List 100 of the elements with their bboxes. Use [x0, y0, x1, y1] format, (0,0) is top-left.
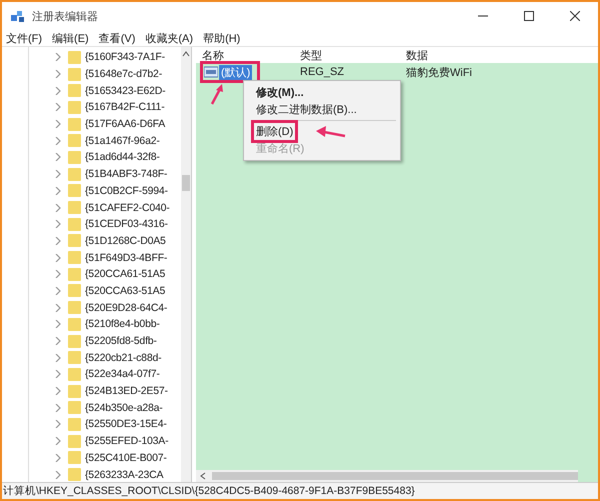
scrollbar-thumb[interactable] [212, 472, 578, 480]
folder-icon [68, 368, 81, 381]
chevron-icon[interactable] [55, 320, 61, 328]
chevron-icon[interactable] [55, 437, 61, 446]
chevron-icon[interactable] [55, 70, 61, 78]
status-bar: 计算机\HKEY_CLASSES_ROOT\CLSID\{528C4DC5-B409-4687-9F1A-B37F9BE55483} [2, 482, 598, 499]
value-name[interactable]: (默认) [219, 64, 252, 80]
chevron-icon[interactable] [55, 86, 61, 95]
chevron-icon[interactable] [55, 387, 61, 396]
tree-item[interactable]: {5160F343-7A1F- [85, 51, 165, 64]
folder-icon [68, 201, 81, 214]
tree-item[interactable]: {52550DE3-15E4- [85, 418, 167, 430]
tree-item[interactable]: {520CCA61-51A5 [85, 268, 166, 280]
chevron-icon[interactable] [55, 136, 61, 145]
folder-icon [68, 418, 81, 431]
value-type: REG_SZ [300, 66, 346, 78]
tree-item[interactable]: {51B4ABF3-748F- [85, 168, 168, 180]
tree-item[interactable]: {51CEDF03-4316- [85, 218, 168, 230]
tree-item[interactable]: {5263233A-23CA [85, 468, 164, 481]
chevron-icon[interactable] [55, 186, 61, 195]
chevron-icon[interactable] [55, 236, 61, 245]
menu-item[interactable]: 查看(V) [98, 30, 136, 46]
chevron-icon[interactable] [55, 286, 61, 295]
folder-icon [68, 184, 81, 198]
chevron-icon[interactable] [55, 354, 61, 362]
chevron-icon[interactable] [55, 420, 61, 428]
tree-item[interactable]: {520CCA63-51A5 [85, 284, 166, 297]
folder-icon [68, 150, 81, 164]
window-title: 注册表编辑器 [32, 10, 98, 24]
folder-icon [68, 468, 81, 482]
folder-icon [68, 301, 81, 314]
tree-item[interactable]: {51a1467f-96a2- [85, 134, 160, 147]
column-header[interactable]: 类型 [300, 48, 406, 62]
tree-item[interactable]: {51ad6d44-32f8- [85, 151, 160, 164]
folder-icon [68, 100, 81, 114]
chevron-icon[interactable] [55, 337, 61, 346]
tree-item[interactable]: {51F649D3-4BFF- [85, 252, 168, 264]
chevron-icon[interactable] [55, 204, 61, 212]
annotation-arrow [210, 83, 224, 105]
menu-item[interactable]: 文件(F) [6, 30, 42, 46]
chevron-icon[interactable] [55, 370, 61, 378]
tree-item[interactable]: {520E9D28-64C4- [85, 302, 168, 314]
tree-item[interactable]: {51648e7c-d7b2- [85, 68, 162, 80]
tree-item[interactable]: {52205fd8-5dfb- [85, 335, 157, 348]
column-header[interactable]: 名称 [202, 48, 300, 62]
chevron-icon[interactable] [55, 170, 61, 178]
context-menu-item[interactable]: 修改(M)... [254, 84, 306, 101]
folder-icon [68, 384, 81, 398]
chevron-icon[interactable] [55, 470, 61, 479]
close-icon [570, 11, 580, 21]
column-header[interactable]: 数据 [406, 48, 526, 62]
chevron-icon[interactable] [55, 270, 61, 278]
cubes-icon [10, 8, 26, 24]
folder-icon [68, 334, 81, 348]
chevron-icon[interactable] [55, 153, 61, 162]
tree-item[interactable]: {5255EFED-103A- [85, 435, 168, 448]
tree-item[interactable]: {51CAFEF2-C040- [85, 202, 170, 214]
chevron-icon[interactable] [55, 220, 61, 228]
chevron-icon[interactable] [55, 404, 61, 412]
folder-icon [68, 251, 81, 264]
context-menu-item[interactable]: 修改二进制数据(B)... [254, 101, 359, 118]
maximize-icon [524, 11, 534, 21]
tree-item[interactable]: {5210f8e4-b0bb- [85, 318, 160, 330]
folder-icon [68, 318, 81, 331]
string-value-icon [204, 66, 218, 78]
folder-icon [68, 351, 81, 364]
chevron-icon[interactable] [55, 254, 61, 262]
tree-item[interactable]: {525C410E-B007- [85, 452, 167, 464]
chevron-icon[interactable] [55, 454, 61, 462]
chevron-icon[interactable] [55, 103, 61, 112]
scroll-up-icon[interactable] [182, 51, 190, 57]
tree-item[interactable]: {524B13ED-2E57- [85, 385, 168, 398]
folder-icon [68, 118, 81, 131]
tree-item[interactable]: {51D1268C-D0A5 [85, 234, 166, 247]
context-menu-item[interactable]: 删除(D) [254, 123, 296, 140]
chevron-icon[interactable] [55, 120, 61, 128]
scrollbar[interactable] [196, 470, 578, 482]
folder-icon [68, 284, 81, 298]
value-data: 猫豹免费WiFi [406, 66, 473, 80]
scroll-left-icon[interactable] [200, 472, 206, 480]
chevron-icon[interactable] [55, 53, 61, 62]
tree-item[interactable]: {524b350e-a28a- [85, 402, 163, 414]
folder-icon [68, 434, 81, 448]
tree-item[interactable]: {51653423-E62D- [85, 84, 166, 97]
folder-icon [68, 451, 81, 464]
annotation-arrow [316, 126, 346, 140]
tree-item[interactable]: {5167B42F-C111- [85, 101, 164, 114]
tree-item[interactable]: {517F6AA6-D6FA [85, 118, 166, 130]
scrollbar-thumb[interactable] [182, 175, 190, 191]
tree-item[interactable]: {5220cb21-c88d- [85, 352, 162, 364]
scrollbar[interactable] [181, 47, 191, 482]
tree-item[interactable]: {522e34a4-07f7- [85, 368, 160, 380]
menu-item[interactable]: 收藏夹(A) [145, 30, 194, 46]
menu-item[interactable]: 帮助(H) [203, 30, 240, 46]
folder-icon [68, 84, 81, 98]
tree-item[interactable]: {51C0B2CF-5994- [85, 184, 168, 197]
folder-icon [68, 68, 81, 81]
menu-item[interactable]: 编辑(E) [52, 30, 89, 46]
chevron-icon[interactable] [55, 304, 61, 312]
folder-icon [68, 234, 81, 248]
